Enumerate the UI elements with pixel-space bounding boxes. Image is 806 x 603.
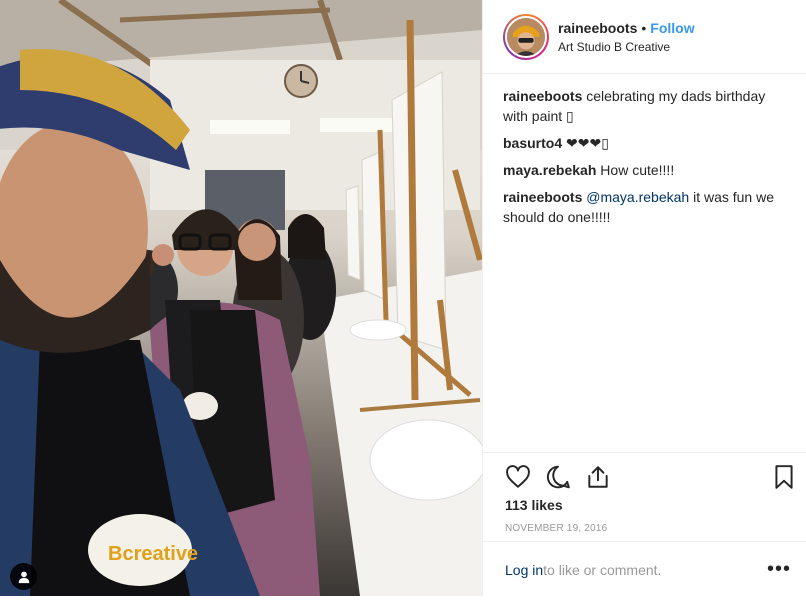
comment-username[interactable]: raineeboots [503,189,582,205]
post-photo[interactable]: Bcreative [0,0,482,596]
avatar[interactable] [503,13,549,60]
user-tag-icon[interactable] [10,563,37,590]
comment-item: raineeboots @maya.rebekah it was fun we … [503,187,793,227]
more-icon[interactable]: ••• [767,559,791,579]
bookmark-icon[interactable] [771,464,797,490]
emoji-glyph: ▯ [566,108,574,124]
post-details-panel: raineeboots • Follow Art Studio B Creative… [482,0,806,596]
header-text: raineeboots • Follow Art Studio B Creative [558,19,695,55]
login-prompt: Log in to like or comment. ••• [483,541,806,597]
apron-logo-text: Bcreative [108,543,198,565]
caption: raineeboots celebrating my dads birthday… [503,86,793,126]
comment-username[interactable]: maya.rebekah [503,162,596,178]
location-link[interactable]: Art Studio B Creative [558,39,695,55]
heart-icon[interactable] [505,464,531,490]
mention-link[interactable]: @maya.rebekah [586,189,689,205]
comment-text: ❤❤❤ [566,135,602,151]
share-icon[interactable] [585,464,611,490]
login-link[interactable]: Log in [505,562,543,578]
comment-item: maya.rebekah How cute!!!! [503,160,793,180]
header-separator: • [641,19,647,36]
emoji-glyph: ▯ [601,135,609,151]
comment-username[interactable]: raineeboots [503,88,582,104]
avatar-image [505,15,547,58]
actions-area: 113 likes NOVEMBER 19, 2016 Log in to li… [483,452,806,596]
person-icon [18,571,29,583]
photo-scene: Bcreative [0,0,482,596]
header-username[interactable]: raineeboots [558,20,637,36]
comment-username[interactable]: basurto4 [503,135,562,151]
post-header: raineeboots • Follow Art Studio B Creative [483,0,806,74]
post-date: NOVEMBER 19, 2016 [505,523,608,534]
comment-text: How cute!!!! [600,162,675,178]
comment-icon[interactable] [545,464,571,490]
likes-count[interactable]: 113 likes [505,497,563,513]
follow-button[interactable]: Follow [650,20,694,36]
comment-item: basurto4 ❤❤❤▯ [503,133,793,153]
comments-list: raineeboots celebrating my dads birthday… [503,86,793,234]
login-rest-text: to like or comment. [543,561,662,578]
